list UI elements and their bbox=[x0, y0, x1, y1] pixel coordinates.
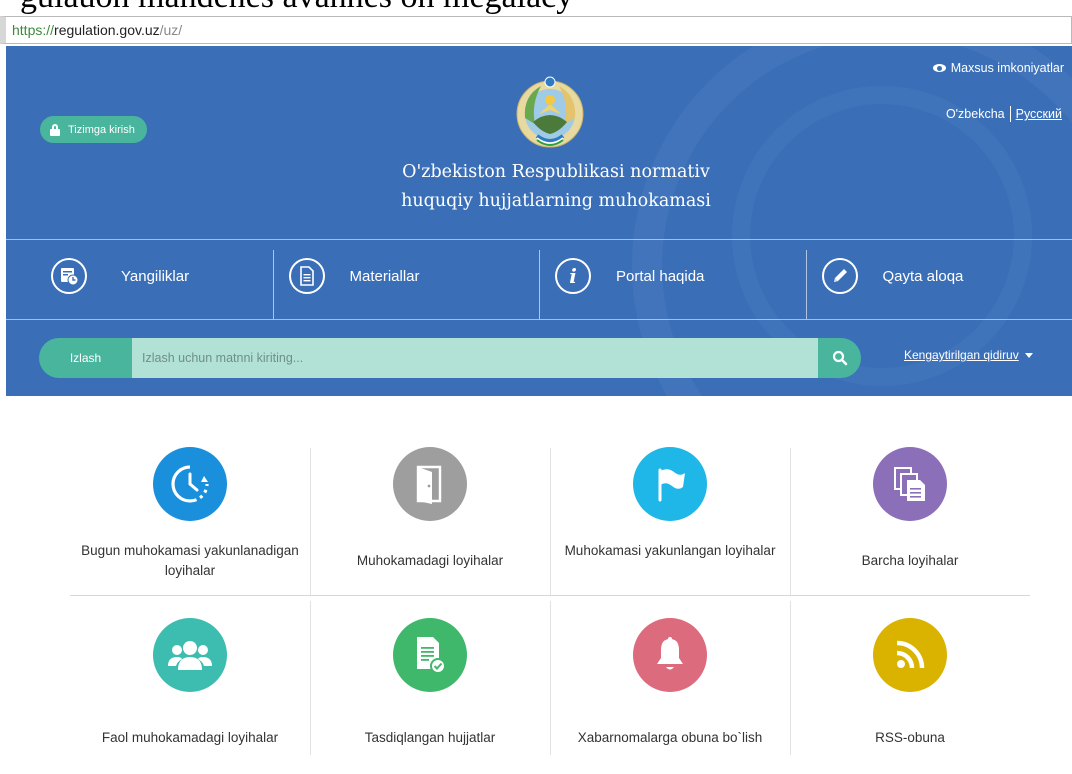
tile-subscribe-notifications[interactable]: Xabarnomalarga obuna bo`lish bbox=[550, 596, 790, 755]
search-input[interactable] bbox=[132, 338, 818, 378]
search-button[interactable] bbox=[818, 338, 861, 378]
tile-ending-today[interactable]: Bugun muhokamasi yakunlanadigan loyihala… bbox=[70, 443, 310, 595]
url-host: regulation.gov.uz bbox=[54, 22, 160, 38]
search-label: Izlash bbox=[39, 338, 132, 378]
tile-approved-documents[interactable]: Tasdiqlangan hujjatlar bbox=[310, 596, 550, 755]
state-emblem-icon bbox=[516, 76, 584, 148]
rss-icon bbox=[873, 618, 947, 692]
accessibility-label: Maxsus imkoniyatlar bbox=[950, 61, 1064, 75]
url-text[interactable]: https://regulation.gov.uz/uz/ bbox=[12, 22, 182, 38]
nav-item-feedback[interactable]: Qayta aloqa bbox=[805, 240, 1072, 319]
caret-down-icon bbox=[1024, 352, 1033, 358]
lang-separator bbox=[1009, 106, 1011, 122]
accessibility-link[interactable]: Maxsus imkoniyatlar bbox=[932, 61, 1064, 75]
approved-document-icon bbox=[393, 618, 467, 692]
nav-label-about: Portal haqida bbox=[616, 268, 705, 285]
cropped-caption: guiauon mandenes avannes on megalacy bbox=[0, 0, 1072, 16]
tile-active-discussion[interactable]: Faol muhokamadagi loyihalar bbox=[70, 596, 310, 755]
nav-label-feedback: Qayta aloqa bbox=[882, 268, 964, 285]
info-icon: i bbox=[555, 258, 591, 294]
site-header: Tizimga kirish Maxsus imkoniyatlar O'zbe… bbox=[6, 46, 1072, 396]
url-protocol: https:// bbox=[12, 22, 55, 38]
nav-item-about[interactable]: i Portal haqida bbox=[539, 240, 806, 319]
advanced-search-label: Kengaytirilgan qidiruv bbox=[904, 348, 1019, 362]
bell-icon bbox=[633, 618, 707, 692]
tile-label: RSS-obuna bbox=[875, 730, 945, 745]
nav-item-news[interactable]: Yangiliklar bbox=[6, 240, 273, 319]
tiles-row-1: Bugun muhokamasi yakunlanadigan loyihala… bbox=[70, 443, 1030, 595]
main-nav: Yangiliklar Materiallar i Portal haqida … bbox=[6, 239, 1072, 320]
tile-completed-discussion[interactable]: Muhokamasi yakunlangan loyihalar bbox=[550, 443, 790, 595]
site-title-line2: huquqiy hujjatlarning muhokamasi bbox=[401, 191, 711, 211]
document-icon bbox=[288, 258, 325, 294]
lang-russian[interactable]: Русский bbox=[1016, 107, 1062, 121]
documents-stack-icon bbox=[873, 447, 947, 521]
tile-label: Muhokamasi yakunlangan loyihalar bbox=[564, 543, 776, 558]
nav-label-news: Yangiliklar bbox=[121, 268, 190, 285]
search-icon bbox=[832, 350, 847, 366]
users-icon bbox=[153, 618, 227, 692]
tile-label: Barcha loyihalar bbox=[861, 553, 959, 568]
tile-label: Bugun muhokamasi yakunlanadigan loyihala… bbox=[81, 543, 299, 578]
tiles-row-2: Faol muhokamadagi loyihalar Tasdiqlangan… bbox=[70, 595, 1030, 755]
tile-label: Tasdiqlangan hujjatlar bbox=[364, 730, 496, 745]
login-label: Tizimga kirish bbox=[68, 123, 135, 136]
tile-all-projects[interactable]: Barcha loyihalar bbox=[790, 443, 1030, 595]
advanced-search-link[interactable]: Kengaytirilgan qidiruv bbox=[904, 348, 1033, 362]
tile-in-discussion[interactable]: Muhokamadagi loyihalar bbox=[310, 443, 550, 595]
project-tiles-grid: Bugun muhokamasi yakunlanadigan loyihala… bbox=[70, 443, 1030, 755]
clock-arrow-icon bbox=[153, 447, 227, 521]
pencil-icon bbox=[821, 258, 858, 294]
news-calendar-icon bbox=[51, 258, 87, 294]
tile-label: Faol muhokamadagi loyihalar bbox=[101, 730, 279, 745]
language-switcher: O'zbekcha Русский bbox=[946, 106, 1062, 122]
url-path: /uz/ bbox=[159, 22, 183, 38]
nav-label-materials: Materiallar bbox=[349, 268, 420, 285]
address-bar[interactable]: https://regulation.gov.uz/uz/ bbox=[0, 16, 1072, 44]
tile-rss[interactable]: RSS-obuna bbox=[790, 596, 1030, 755]
lock-icon bbox=[50, 123, 60, 136]
search-bar: Izlash bbox=[39, 338, 861, 378]
site-title: O'zbekiston Respublikasi normativ huquqi… bbox=[336, 158, 776, 216]
login-button[interactable]: Tizimga kirish bbox=[40, 116, 147, 143]
tile-label: Xabarnomalarga obuna bo`lish bbox=[577, 730, 763, 745]
tile-label: Muhokamadagi loyihalar bbox=[356, 553, 504, 568]
site-title-line1: O'zbekiston Respublikasi normativ bbox=[402, 162, 710, 182]
eye-icon bbox=[932, 64, 946, 72]
cropped-caption-text: guiauon mandenes avannes on megalacy bbox=[20, 0, 573, 16]
lang-uzbek[interactable]: O'zbekcha bbox=[946, 107, 1005, 121]
nav-item-materials[interactable]: Materiallar bbox=[272, 240, 540, 319]
door-icon bbox=[393, 447, 467, 521]
flag-icon bbox=[633, 447, 707, 521]
